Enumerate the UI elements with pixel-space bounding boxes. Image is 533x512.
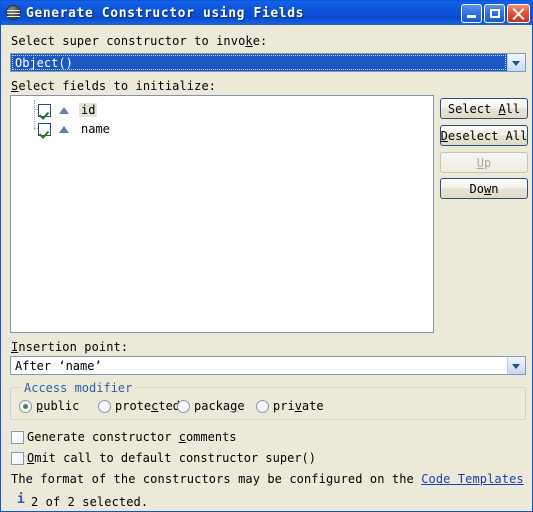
note-after: preference page. (524, 472, 532, 486)
move-up-label: Up (476, 155, 492, 170)
insertion-point-combo[interactable]: After ‘name’ (10, 356, 526, 375)
deselect-all-label: Deselect All (440, 128, 528, 143)
selection-status: 2 of 2 selected. (31, 495, 149, 509)
window-title: Generate Constructor using Fields (26, 5, 305, 21)
window-controls (461, 3, 532, 23)
close-button[interactable] (507, 3, 530, 23)
info-icon: i (17, 492, 25, 507)
radio-public-control[interactable] (19, 399, 32, 413)
radio-protected[interactable]: protected (98, 399, 180, 413)
generate-comments-checkbox[interactable] (11, 430, 24, 444)
select-all-label: Select All (447, 101, 521, 116)
select-all-button[interactable]: Select All (440, 98, 528, 119)
super-constructor-label: Select super constructor to invoke: (11, 34, 268, 48)
deselect-all-button[interactable]: Deselect All (440, 125, 528, 146)
radio-private[interactable]: private (256, 399, 324, 413)
minimize-button[interactable] (461, 3, 482, 23)
generate-constructor-dialog: Generate Constructor using Fields Select… (0, 0, 533, 512)
maximize-button[interactable] (484, 3, 505, 23)
chevron-down-icon[interactable] (507, 357, 525, 374)
insertion-point-label: Insertion point: (11, 340, 129, 354)
radio-package[interactable]: package (177, 399, 245, 413)
title-bar: Generate Constructor using Fields (1, 1, 532, 25)
insertion-point-value: After ‘name’ (15, 358, 102, 373)
radio-protected-label: protected (115, 399, 181, 413)
generate-comments-checkbox-row[interactable]: Generate constructor comments (11, 430, 237, 444)
field-icon (57, 122, 71, 136)
tree-connector (34, 100, 35, 130)
note-before: The format of the constructors may be co… (11, 472, 422, 486)
field-name: name (81, 122, 110, 136)
omit-super-checkbox-row[interactable]: Omit call to default constructor super() (11, 451, 316, 465)
list-item[interactable]: name (38, 121, 112, 137)
super-constructor-combo[interactable]: Object() (10, 53, 526, 72)
field-checkbox[interactable] (38, 103, 51, 117)
list-item[interactable]: id (38, 102, 98, 118)
move-down-label: Down (469, 181, 499, 196)
omit-super-label: Omit call to default constructor super() (27, 451, 316, 465)
fields-label: Select fields to initialize: (11, 79, 217, 93)
generate-comments-label: Generate constructor comments (27, 430, 237, 444)
code-templates-link[interactable]: Code Templates (421, 472, 524, 486)
access-modifier-group-label: Access modifier (21, 381, 136, 395)
omit-super-checkbox[interactable] (11, 451, 24, 465)
radio-package-label: package (194, 399, 245, 413)
globe-icon (6, 5, 22, 21)
radio-public-label: public (36, 399, 80, 413)
minimize-icon (467, 14, 476, 18)
fields-list[interactable]: id name (10, 95, 434, 333)
field-checkbox[interactable] (38, 122, 51, 136)
radio-private-control[interactable] (256, 399, 269, 413)
radio-package-control[interactable] (177, 399, 190, 413)
field-icon (57, 103, 71, 117)
radio-public[interactable]: public (19, 399, 79, 413)
super-constructor-value: Object() (11, 54, 507, 71)
move-up-button: Up (440, 152, 528, 173)
radio-private-label: private (273, 399, 324, 413)
field-name: id (79, 103, 98, 117)
maximize-icon (490, 8, 500, 18)
move-down-button[interactable]: Down (440, 178, 528, 199)
chevron-down-icon[interactable] (507, 54, 525, 71)
radio-protected-control[interactable] (98, 399, 111, 413)
code-templates-note: The format of the constructors may be co… (11, 472, 532, 486)
